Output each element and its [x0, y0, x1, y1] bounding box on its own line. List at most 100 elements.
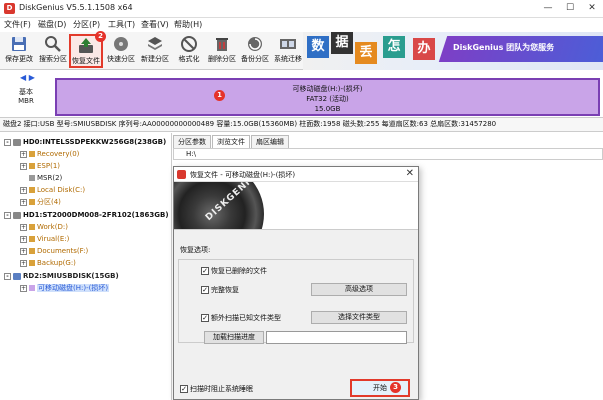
hard-drive-illustration: DISKGENIUS [174, 182, 418, 230]
tab-partition-params[interactable]: 分区参数 [173, 135, 211, 148]
tree-partition[interactable]: + Documents(F:) [20, 246, 88, 256]
tool-label: 搜索分区 [39, 55, 67, 63]
tab-sector-editor[interactable]: 扇区编辑 [251, 135, 289, 148]
select-file-types-button[interactable]: 选择文件类型 [311, 311, 407, 324]
menu-view[interactable]: 查看(V) [141, 19, 169, 30]
disk-tree: - HD0:INTELSSDPEKKW256G8(238GB) + Recovery… [0, 133, 172, 400]
partition-icon [29, 187, 35, 193]
quick-partition-button[interactable]: 快速分区 [104, 34, 138, 68]
partition-size: 15.0GB [314, 105, 341, 113]
tool-label: 恢复文件 [72, 57, 100, 65]
tool-label: 系统迁移 [274, 55, 302, 63]
advanced-options-button[interactable]: 高级选项 [311, 283, 407, 296]
recover-deleted-checkbox[interactable]: ✓ 恢复已删除的文件 [201, 266, 267, 276]
scan-progress-path-input[interactable] [266, 331, 407, 344]
expand-icon[interactable]: + [20, 247, 27, 255]
disk-type-label: 基本 [19, 88, 33, 96]
disk-style-label: MBR [18, 97, 34, 105]
tree-partition[interactable]: MSR(2) [29, 173, 62, 183]
minimize-button[interactable]: — [537, 0, 559, 18]
disk-map: ◀ ▶ 基本 MBR 可移动磁盘(H:)-(损坏) FAT32 (活动) 15.… [0, 70, 603, 118]
window-title: DiskGenius V5.5.1.1508 x64 [19, 3, 133, 12]
tree-partition[interactable]: + ESP(1) [20, 161, 60, 171]
new-partition-button[interactable]: 新建分区 [138, 34, 172, 68]
expand-icon[interactable]: + [20, 162, 27, 170]
expand-icon[interactable]: + [20, 223, 27, 231]
title-bar: D DiskGenius V5.5.1.1508 x64 — ☐ ✕ [0, 0, 603, 18]
expand-icon[interactable]: + [20, 235, 27, 243]
menu-partition[interactable]: 分区(P) [73, 19, 100, 30]
menu-disk[interactable]: 磁盘(D) [38, 19, 66, 30]
expand-icon[interactable]: + [20, 150, 27, 158]
backup-icon [248, 37, 262, 51]
app-icon [177, 170, 186, 179]
partition-icon [29, 248, 35, 254]
restore-icon [79, 38, 93, 53]
collapse-icon[interactable]: - [4, 211, 11, 219]
close-window-button[interactable]: ✕ [581, 0, 603, 18]
search-partition-button[interactable]: 搜索分区 [36, 34, 70, 68]
start-button[interactable]: 开始 [350, 379, 410, 397]
banner-tile: 丢 [355, 42, 377, 64]
disk-icon [114, 37, 128, 51]
tree-disk-rd2[interactable]: - RD2:SMIUSBDISK(15GB) [4, 271, 119, 281]
load-scan-progress-button[interactable]: 加载扫描进度 [204, 331, 264, 344]
banner-tile: 数 [307, 36, 329, 58]
format-button[interactable]: 格式化 [172, 34, 206, 68]
recovery-options-label: 恢复选项: [180, 246, 211, 254]
partition-icon [29, 260, 35, 266]
layers-icon [148, 37, 162, 50]
collapse-icon[interactable]: - [4, 272, 11, 280]
expand-icon[interactable]: + [20, 186, 27, 194]
menu-help[interactable]: 帮助(H) [174, 19, 202, 30]
maximize-button[interactable]: ☐ [559, 0, 581, 18]
tab-browse-files[interactable]: 浏览文件 [212, 135, 250, 148]
tree-partition[interactable]: + Local Disk(C:) [20, 185, 85, 195]
menu-bar: 文件(F) 磁盘(D) 分区(P) 工具(T) 查看(V) 帮助(H) [0, 18, 603, 32]
full-recovery-checkbox[interactable]: ✓ 完整恢复 [201, 285, 239, 295]
banner-tile: 办 [413, 38, 435, 60]
app-icon: D [4, 3, 15, 14]
usb-disk-icon [13, 272, 21, 280]
partition-icon [29, 199, 35, 205]
extra-scan-checkbox[interactable]: ✓ 额外扫描已知文件类型 [201, 313, 281, 323]
path-bar[interactable]: H:\ [173, 148, 603, 160]
tree-partition[interactable]: + Backup(G:) [20, 258, 76, 268]
banner-tile: 怎 [383, 36, 405, 58]
tree-partition[interactable]: + Virual(E:) [20, 234, 69, 244]
hard-disk-icon [13, 138, 21, 146]
tree-partition-selected[interactable]: + 可移动磁盘(H:)-(损坏) [20, 283, 110, 293]
partition-icon [29, 151, 35, 157]
migrate-icon [280, 39, 296, 49]
system-migration-button[interactable]: 系统迁移 [271, 34, 305, 68]
partition-icon [29, 285, 35, 291]
magnifier-icon [45, 36, 61, 52]
expand-icon[interactable]: + [20, 284, 27, 292]
delete-partition-button[interactable]: 删除分区 [205, 34, 239, 68]
close-icon[interactable]: ✕ [406, 168, 414, 179]
backup-partition-button[interactable]: 备份分区 [238, 34, 272, 68]
hard-disk-icon [13, 211, 21, 219]
tree-partition[interactable]: + Recovery(0) [20, 149, 79, 159]
expand-icon[interactable]: + [20, 259, 27, 267]
menu-tools[interactable]: 工具(T) [108, 19, 135, 30]
step-marker-2: 2 [95, 31, 106, 42]
expand-icon[interactable]: + [20, 198, 27, 206]
tree-partition[interactable]: + 分区(4) [20, 197, 61, 207]
banner-tagline: DiskGenius 团队为您服务 [453, 43, 555, 52]
partition-fs: FAT32 (活动) [306, 95, 349, 103]
partition-icon [29, 175, 35, 181]
collapse-icon[interactable]: - [4, 138, 11, 146]
save-icon [12, 37, 26, 51]
disk-nav-arrows[interactable]: ◀ ▶ [20, 73, 35, 82]
disk-info-bar: 磁盘2 接口:USB 型号:SMIUSBDISK 序列号:AA000000000… [0, 118, 603, 132]
tree-disk-hd1[interactable]: - HD1:ST2000DM008-2FR102(1863GB) [4, 210, 169, 220]
promo-banner[interactable]: 数 据 丢 怎 办 DiskGenius 团队为您服务 [303, 32, 603, 70]
tree-disk-hd0[interactable]: - HD0:INTELSSDPEKKW256G8(238GB) [4, 137, 166, 147]
partition-block[interactable]: 可移动磁盘(H:)-(损坏) FAT32 (活动) 15.0GB [55, 78, 600, 116]
prevent-sleep-checkbox[interactable]: ✓ 扫描时阻止系统睡眠 [180, 384, 253, 394]
save-changes-button[interactable]: 保存更改 [2, 34, 36, 68]
menu-file[interactable]: 文件(F) [4, 19, 31, 30]
tree-partition[interactable]: + Work(D:) [20, 222, 68, 232]
partition-name: 可移动磁盘(H:)-(损坏) [292, 85, 363, 93]
